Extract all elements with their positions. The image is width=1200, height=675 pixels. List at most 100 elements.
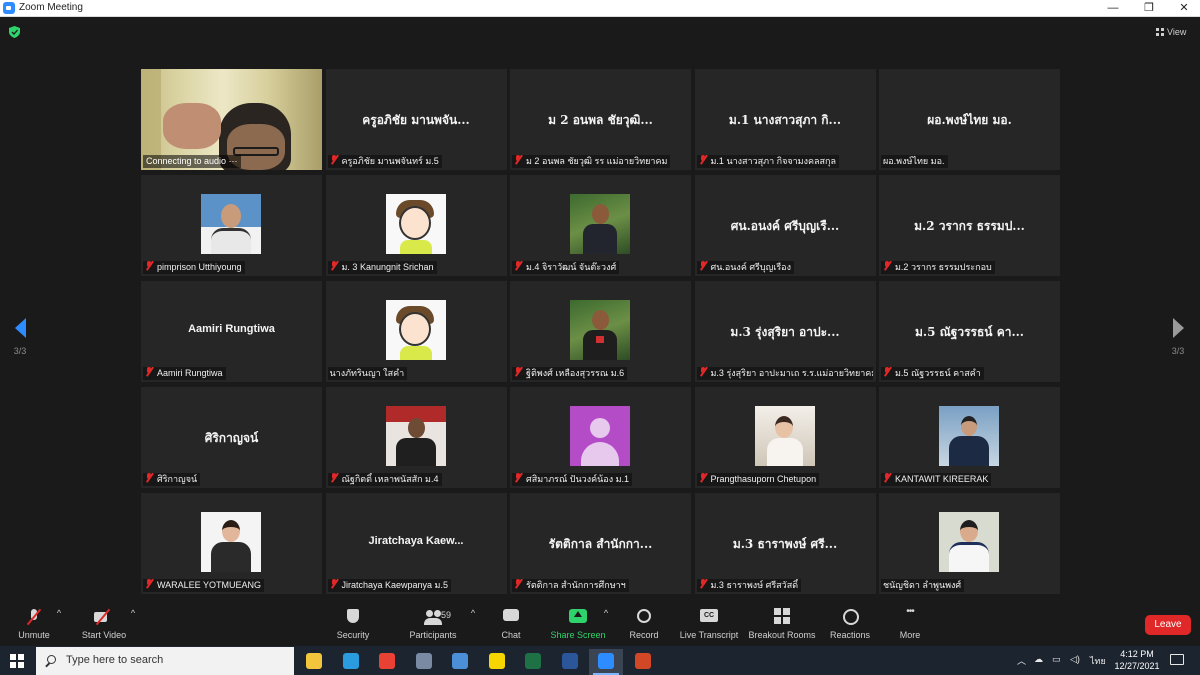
zoom-icon <box>598 653 614 669</box>
participant-name: Aamiri Rungtiwa <box>157 368 223 378</box>
participant-tile[interactable]: ผอ.พงษ์ไทย มอ. ผอ.พงษ์ไทย มอ. <box>879 69 1060 170</box>
participant-tile[interactable]: ม. 3 Kanungnit Srichan <box>325 175 507 276</box>
live-transcript-label: Live Transcript <box>679 630 739 640</box>
record-icon <box>636 608 652 626</box>
photo-body <box>949 542 989 572</box>
participant-display-name: ม.1 นางสาวสุภา กิ... <box>728 113 842 127</box>
network-icon <box>452 653 468 669</box>
participant-tile[interactable]: Prangthasuporn Chetupon <box>694 387 876 488</box>
participant-display-name: ม.3 ธาราพงษ์ ศรี... <box>732 537 838 551</box>
participant-tile[interactable]: ม 2 อนพล ชัยวุฒิ... ม 2 อนพล ชัยวุฒิ รร แ… <box>510 69 691 170</box>
participant-tile[interactable]: ม.3 รุ่งสุริยา อาปะ... ม.3 รุ่งสุริยา อาป… <box>694 281 876 382</box>
participant-tile[interactable]: ศสิมาภรณ์ ปันวงค์น้อง ม.1 <box>510 387 691 488</box>
chat-icon <box>503 608 519 626</box>
leave-button[interactable]: Leave <box>1145 615 1191 635</box>
taskbar-edge-button[interactable] <box>334 649 368 675</box>
participant-name-label: ม.5 ณัฐวรรธน์ คาสคำ <box>881 367 984 380</box>
profile-picture <box>385 406 446 466</box>
security-button[interactable]: Security <box>313 608 393 640</box>
view-button[interactable]: View <box>1156 27 1186 37</box>
previous-page-button[interactable]: 3/3 <box>10 318 30 362</box>
minimize-button[interactable]: — <box>1095 0 1131 17</box>
edge-icon <box>342 653 359 669</box>
arrow-right-icon <box>1172 318 1184 338</box>
next-page-button[interactable]: 3/3 <box>1168 318 1188 362</box>
notification-center-icon[interactable] <box>1170 654 1184 665</box>
participant-name-label: ฐิติพงศ์ เหลืองสุวรรณ ม.6 <box>512 367 628 380</box>
microphone-muted-icon <box>145 261 154 271</box>
participants-button[interactable]: 59 Participants <box>393 608 473 640</box>
security-label: Security <box>336 630 370 640</box>
search-icon <box>47 655 56 664</box>
taskbar-chrome-button[interactable] <box>370 649 404 675</box>
participant-tile[interactable]: ณัฐกิตติ์ เหลาพนัสสัก ม.4 <box>325 387 507 488</box>
participant-tile[interactable]: ศิริกาญจน์ ศิริกาญจน์ <box>141 387 322 488</box>
taskbar-clock[interactable]: 4:12 PM 12/27/2021 <box>1110 648 1164 672</box>
maximize-button[interactable]: ❐ <box>1131 0 1167 17</box>
participant-tile[interactable]: Jiratchaya Kaew... Jiratchaya Kaewpanya ม… <box>325 493 507 594</box>
participant-tile[interactable]: ครูอภิชัย มานพจัน... ครูอภิชัย มานพจันทร์… <box>325 69 507 170</box>
taskbar-powerpoint-button[interactable] <box>626 649 660 675</box>
participant-tile[interactable]: WARALEE YOTMUEANG <box>141 493 322 594</box>
closed-caption-icon <box>700 608 718 626</box>
participant-name-label: ม.3 รุ่งสุริยา อาปะมาเถ ร.ร.แม่อายวิทยาค… <box>696 367 873 380</box>
participant-tile[interactable]: ม.5 ณัฐวรรธน์ คา... ม.5 ณัฐวรรธน์ คาสคำ <box>879 281 1060 382</box>
taskbar-word-button[interactable] <box>553 649 587 675</box>
participant-tile[interactable]: Aamiri Rungtiwa Aamiri Rungtiwa <box>141 281 322 382</box>
taskbar-firefox-button[interactable] <box>407 649 441 675</box>
windows-start-icon[interactable] <box>10 654 24 668</box>
photo-head <box>592 310 609 330</box>
microphone-muted-icon <box>330 261 339 271</box>
participant-display-name: ม 2 อนพล ชัยวุฒิ... <box>548 113 653 127</box>
encryption-shield-icon[interactable] <box>9 26 20 38</box>
profile-picture <box>754 406 815 466</box>
more-button[interactable]: More <box>870 606 950 640</box>
participant-tile[interactable]: รัตติกาล สำนักกา... รัตติกาล สำนักการศึกษ… <box>510 493 691 594</box>
file-explorer-icon <box>306 653 322 669</box>
taskbar-file-explorer-button[interactable] <box>297 649 331 675</box>
live-transcript-button[interactable]: Live Transcript <box>669 608 749 640</box>
onedrive-icon[interactable]: ☁ <box>1034 654 1043 665</box>
input-language[interactable]: ไทย <box>1090 654 1106 668</box>
firefox-icon <box>415 653 432 669</box>
participant-tile[interactable]: ฐิติพงศ์ เหลืองสุวรรณ ม.6 <box>510 281 691 382</box>
taskbar-sticky-notes-button[interactable] <box>480 649 514 675</box>
participant-tile[interactable]: Connecting to audio ··· <box>141 69 322 170</box>
participant-name-label: ศิริกาญจน์ <box>143 473 201 486</box>
participant-tile[interactable]: ศน.อนงค์ ศรีบุญเรื... ศน.อนงค์ ศรีบุญเรือ… <box>694 175 876 276</box>
participant-tile[interactable]: นางภัทรินญา ใสคำ <box>325 281 507 382</box>
photo-head <box>774 416 793 438</box>
participant-tile[interactable]: ชนัญชิดา ลำพูนพงศ์ <box>879 493 1060 594</box>
close-button[interactable]: ✕ <box>1166 0 1200 17</box>
participant-display-name: ม.2 วรากร ธรรมป... <box>914 219 1025 233</box>
participant-name-label: ผอ.พงษ์ไทย มอ. <box>881 155 948 168</box>
participant-tile[interactable]: ม.1 นางสาวสุภา กิ... ม.1 นางสาวสุภา กิจจา… <box>694 69 876 170</box>
video-options-caret[interactable]: ^ <box>128 608 138 618</box>
display-icon[interactable]: ▭ <box>1052 654 1061 665</box>
microphone-muted-icon <box>145 367 154 377</box>
participant-tile[interactable]: ม.2 วรากร ธรรมป... ม.2 วรากร ธรรมประกอบ <box>879 175 1060 276</box>
taskbar-search-box[interactable]: Type here to search <box>36 647 294 675</box>
audio-options-caret[interactable]: ^ <box>54 608 64 618</box>
photo-head <box>961 416 977 436</box>
participant-tile[interactable]: pimprison Utthiyoung <box>141 175 322 276</box>
arrow-left-icon <box>14 318 26 338</box>
taskbar-network-button[interactable] <box>443 649 477 675</box>
taskbar-excel-button[interactable] <box>516 649 550 675</box>
photo-head <box>590 418 610 438</box>
photo-body <box>766 438 803 466</box>
participant-name: ฐิติพงศ์ เหลืองสุวรรณ ม.6 <box>526 368 625 378</box>
photo-head <box>221 204 241 228</box>
participant-display-name: ม.5 ณัฐวรรธน์ คา... <box>914 325 1024 339</box>
participant-tile[interactable]: KANTAWIT KIREERAK <box>879 387 1060 488</box>
participant-tile[interactable]: ม.3 ธาราพงษ์ ศรี... ม.3 ธาราพงษ์ ศรีสวัสด… <box>694 493 876 594</box>
photo-body <box>211 542 251 572</box>
sticky-notes-icon <box>488 653 505 669</box>
volume-icon[interactable]: ◁) <box>1070 654 1080 665</box>
participant-tile[interactable]: ม.4 จิราวัฒน์ จันต๊ะวงศ์ <box>510 175 691 276</box>
photo-body <box>581 442 619 466</box>
taskbar-zoom-button[interactable] <box>589 649 623 675</box>
participant-display-name: รัตติกาล สำนักกา... <box>548 537 653 551</box>
participant-display-name: ศิริกาญจน์ <box>204 431 259 445</box>
show-hidden-icons-icon[interactable]: ︿ <box>1017 654 1026 667</box>
